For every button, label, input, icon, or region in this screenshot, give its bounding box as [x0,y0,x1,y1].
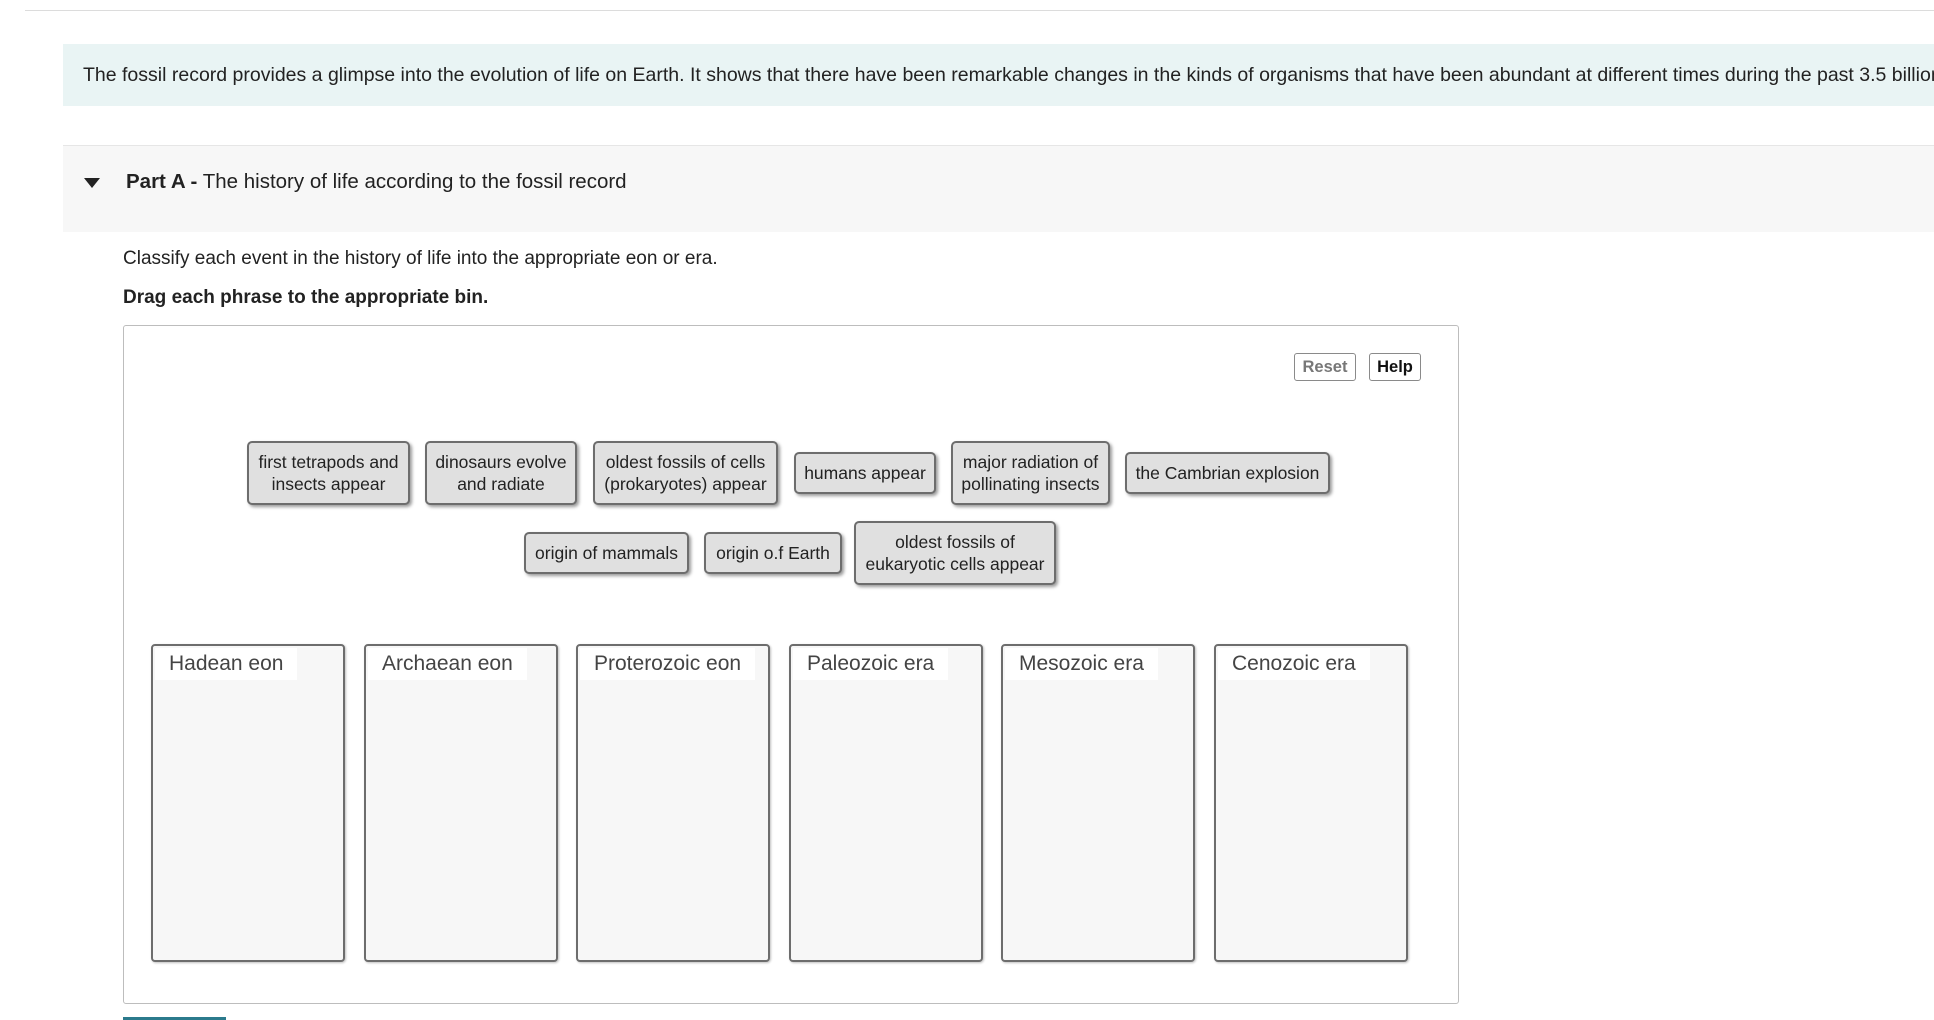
intro-banner: The fossil record provides a glimpse int… [63,44,1934,106]
chip-pollinating-insects[interactable]: major radiation of pollinating insects [951,441,1110,505]
intro-text: The fossil record provides a glimpse int… [83,64,1934,86]
bin-paleozoic-era[interactable]: Paleozoic era [789,644,983,962]
help-button[interactable]: Help [1369,353,1421,381]
bin-mesozoic-era[interactable]: Mesozoic era [1001,644,1195,962]
page: The fossil record provides a glimpse int… [0,0,1934,1020]
reset-button[interactable]: Reset [1294,353,1356,381]
part-a-header[interactable]: Part A - The history of life according t… [63,145,1934,232]
bin-label: Mesozoic era [1005,648,1158,680]
bin-label: Cenozoic era [1218,648,1370,680]
part-prefix: Part A - [126,170,198,193]
part-title-text: The history of life according to the fos… [202,170,627,193]
bin-label: Proterozoic eon [580,648,756,680]
chip-cambrian-explosion[interactable]: the Cambrian explosion [1125,452,1330,494]
chip-origin-mammals[interactable]: origin of mammals [524,532,689,574]
bin-label: Archaean eon [368,648,527,680]
part-title: Part A - The history of life according t… [126,170,627,194]
bin-proterozoic-eon[interactable]: Proterozoic eon [576,644,770,962]
bin-label: Paleozoic era [793,648,949,680]
top-divider [25,10,1934,11]
bin-archaean-eon[interactable]: Archaean eon [364,644,558,962]
bin-cenozoic-era[interactable]: Cenozoic era [1214,644,1408,962]
chip-first-tetrapods[interactable]: first tetrapods and insects appear [247,441,410,505]
bin-hadean-eon[interactable]: Hadean eon [151,644,345,962]
bin-label: Hadean eon [155,648,298,680]
chip-oldest-eukaryotes[interactable]: oldest fossils of eukaryotic cells appea… [854,521,1056,585]
chip-humans[interactable]: humans appear [794,452,936,494]
chip-origin-earth[interactable]: origin o.f Earth [704,532,842,574]
chip-dinosaurs[interactable]: dinosaurs evolve and radiate [425,441,577,505]
instructions: Classify each event in the history of li… [123,248,718,269]
chip-oldest-prokaryotes[interactable]: oldest fossils of cells (prokaryotes) ap… [593,441,778,505]
drag-instructions: Drag each phrase to the appropriate bin. [123,287,489,308]
collapse-caret-icon[interactable] [84,178,100,188]
drag-drop-area: Reset Help first tetrapods and insects a… [123,325,1459,1004]
